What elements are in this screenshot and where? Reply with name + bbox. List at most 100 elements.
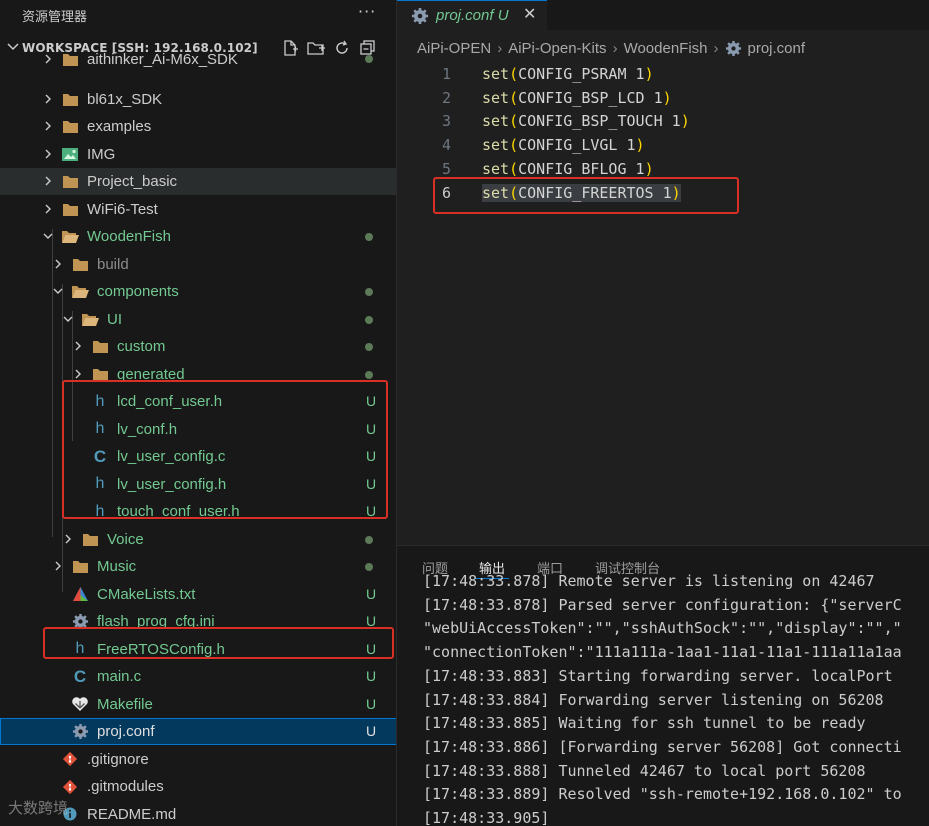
more-actions-icon[interactable]: ··· — [358, 2, 376, 21]
tree-item[interactable]: UI — [0, 306, 396, 333]
tree-item[interactable]: Clv_user_config.c U — [0, 443, 396, 470]
chevron-right-icon — [65, 534, 71, 543]
close-paren: ) — [635, 136, 645, 155]
tree-item-label: lcd_conf_user.h — [117, 393, 223, 410]
folder-icon — [91, 366, 109, 383]
tree-item[interactable]: flash_prog_cfg.ini U — [0, 608, 396, 635]
log-line: [17:48:33.905] — [423, 809, 550, 826]
log-line: [17:48:33.886] [Forwarding server 56208]… — [423, 737, 902, 756]
code-line[interactable]: 2 set(CONFIG_BSP_LCD 1) — [397, 86, 929, 110]
chevron-right-icon: › — [612, 40, 618, 57]
folder-icon — [71, 256, 89, 273]
tree-item-label: lv_user_config.h — [117, 475, 227, 493]
gear-icon — [725, 40, 741, 57]
tree-item[interactable]: bl61x_SDK — [0, 86, 396, 113]
tree-item[interactable]: custom — [0, 333, 396, 360]
tree-item[interactable]: build — [0, 251, 396, 278]
modified-dot-icon — [365, 55, 373, 63]
tree-item[interactable]: aithinker_Ai-M6x_SDK — [0, 51, 396, 73]
tree-item[interactable]: Music — [0, 553, 396, 580]
code-argument: CONFIG_PSRAM 1 — [518, 65, 645, 83]
tree-item[interactable]: h lv_conf.h U — [0, 416, 396, 443]
close-paren: ) — [662, 88, 672, 107]
close-icon[interactable]: ✕ — [523, 4, 536, 23]
tree-item-label: Voice — [107, 530, 144, 548]
tree-item[interactable]: Voice — [0, 526, 396, 553]
tree-item[interactable]: components — [0, 278, 396, 305]
code-line[interactable]: 6 set(CONFIG_FREERTOS 1) — [397, 181, 929, 205]
tree-item-label: main.c — [97, 668, 142, 685]
open-paren: ( — [509, 159, 519, 178]
tree-item[interactable]: WiFi6-Test — [0, 196, 396, 223]
code-argument: CONFIG_FREERTOS 1 — [518, 183, 672, 202]
code-function: set — [482, 183, 510, 202]
log-line: [17:48:33.878] Remote server is listenin… — [423, 572, 875, 590]
log-line: [17:48:33.878] Parsed server configurati… — [423, 595, 902, 614]
tree-item[interactable]: CMakeLists.txt U — [0, 581, 396, 608]
chevron-down-icon — [63, 316, 73, 322]
tree-item[interactable]: WoodenFish — [0, 223, 396, 250]
tree-item[interactable]: Cmain.c U — [0, 663, 396, 690]
tree-item[interactable]: Makefile U — [0, 691, 396, 718]
chevron-right-icon — [75, 369, 81, 378]
tree-item-label: FreeRTOSConfig.h — [97, 640, 225, 658]
tab-status: U — [497, 7, 509, 24]
line-number: 1 — [441, 65, 451, 83]
code-argument: CONFIG_BSP_TOUCH 1 — [518, 112, 681, 131]
h-file-icon: h — [95, 502, 105, 520]
code-line[interactable]: 4 set(CONFIG_LVGL 1) — [397, 133, 929, 157]
breadcrumb-item[interactable]: proj.conf — [748, 40, 806, 57]
chevron-down-icon — [53, 288, 63, 294]
code-function: set — [482, 136, 510, 155]
breadcrumb-item[interactable]: AiPi-OPEN — [417, 40, 491, 57]
tree-item-label: WiFi6-Test — [87, 200, 158, 218]
tree-item[interactable]: .gitmodules — [0, 773, 396, 800]
gear-icon — [71, 613, 89, 630]
chevron-right-icon — [45, 54, 51, 64]
tree-item[interactable]: h lcd_conf_user.h U — [0, 388, 396, 415]
tree-item-label: lv_conf.h — [117, 420, 178, 438]
open-paren: ( — [509, 112, 519, 131]
tree-item[interactable]: h lv_user_config.h U — [0, 471, 396, 498]
chevron-right-icon: › — [713, 40, 719, 57]
folder-icon — [91, 338, 109, 355]
chevron-right-icon — [45, 149, 51, 158]
c-file-icon: C — [93, 446, 107, 466]
tree-item[interactable]: .gitignore — [0, 746, 396, 773]
tree-item-label: flash_prog_cfg.ini — [97, 613, 215, 630]
code-argument: CONFIG_BFLOG 1 — [518, 159, 645, 178]
chevron-right-icon — [45, 204, 51, 213]
code-line[interactable]: 1 set(CONFIG_PSRAM 1) — [397, 62, 929, 86]
untracked-badge: U — [366, 420, 377, 437]
tree-item[interactable]: examples — [0, 113, 396, 140]
tree-item[interactable]: IMG — [0, 141, 396, 168]
tree-item[interactable]: Project_basic — [0, 168, 396, 195]
chevron-right-icon — [55, 259, 61, 268]
code-text: set(CONFIG_BFLOG 1) — [482, 160, 654, 178]
untracked-badge: U — [366, 585, 377, 602]
tree-item-label: bl61x_SDK — [87, 90, 163, 108]
tree-item-label: README.md — [87, 805, 177, 823]
tree-item-label: proj.conf — [97, 723, 155, 740]
close-paren: ) — [680, 112, 690, 131]
tree-item[interactable]: generated — [0, 361, 396, 388]
breadcrumb-item[interactable]: AiPi-Open-Kits — [508, 40, 606, 57]
line-number: 2 — [441, 88, 451, 107]
breadcrumb-item[interactable]: WoodenFish — [624, 40, 708, 57]
folder-icon — [61, 118, 79, 135]
log-line: [17:48:33.888] Tunneled 42467 to local p… — [423, 761, 866, 780]
tree-item[interactable]: h touch_conf_user.h U — [0, 498, 396, 525]
close-paren: ) — [671, 183, 681, 202]
chevron-right-icon — [55, 561, 61, 571]
open-paren: ( — [509, 88, 519, 107]
modified-dot-icon — [365, 535, 373, 544]
gear-icon — [412, 8, 428, 24]
tab-proj-conf[interactable]: proj.conf U ✕ — [397, 0, 547, 30]
log-line: [17:48:33.889] Resolved "ssh-remote+192.… — [423, 785, 902, 804]
code-line[interactable]: 5 set(CONFIG_BFLOG 1) — [397, 157, 929, 181]
tree-item[interactable]: proj.conf U — [0, 718, 396, 745]
tree-item[interactable]: h FreeRTOSConfig.h U — [0, 636, 396, 663]
code-line[interactable]: 3 set(CONFIG_BSP_TOUCH 1) — [397, 109, 929, 133]
code-function: set — [482, 65, 510, 83]
untracked-badge: U — [366, 448, 377, 464]
